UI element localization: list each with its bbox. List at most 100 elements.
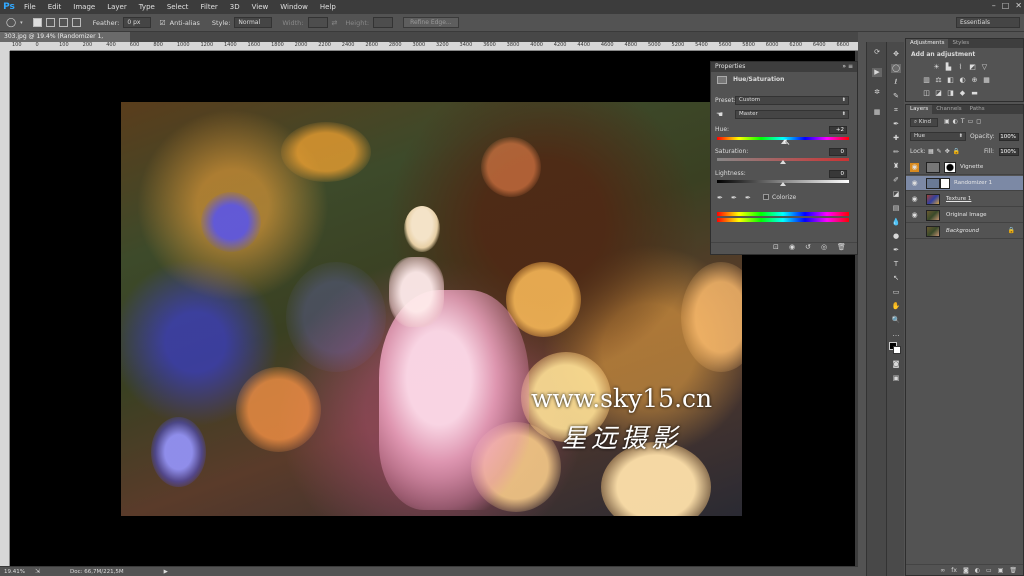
layer-filter-icons[interactable]: ▣◐T▭◻ — [944, 118, 984, 125]
screen-mode-icon[interactable]: ▣ — [891, 374, 901, 383]
hand-tool-icon[interactable]: ✋ — [891, 302, 901, 311]
vertical-ruler[interactable] — [0, 51, 10, 566]
lasso-tool-icon[interactable]: ℓ — [891, 78, 901, 87]
quick-mask-icon[interactable]: ◙ — [891, 360, 901, 369]
new-group-icon[interactable]: ▭ — [986, 567, 992, 574]
visibility-eye-icon[interactable]: ◉ — [910, 179, 919, 188]
saturation-value[interactable]: 0 — [829, 148, 847, 156]
brightness-icon[interactable]: ☀ — [932, 63, 941, 71]
threshold-icon[interactable]: ◨ — [946, 89, 955, 97]
menu-help[interactable]: Help — [314, 0, 342, 14]
maximize-button[interactable]: □ — [1002, 1, 1010, 10]
exposure-icon[interactable]: ◩ — [968, 63, 977, 71]
minimize-button[interactable]: – — [992, 1, 996, 10]
clip-to-layer-icon[interactable]: ⊡ — [773, 243, 779, 251]
channel-mixer-icon[interactable]: ⊕ — [970, 76, 979, 84]
layer-name[interactable]: Vignette — [960, 160, 983, 175]
selective-color-icon[interactable]: ◆ — [958, 89, 967, 97]
menu-layer[interactable]: Layer — [101, 0, 133, 14]
height-input[interactable] — [373, 17, 394, 28]
dodge-tool-icon[interactable]: ● — [891, 232, 901, 241]
fill-value[interactable]: 100% — [999, 148, 1019, 156]
elliptical-marquee-icon[interactable]: ◯ — [6, 18, 16, 28]
refine-edge-button[interactable]: Refine Edge... — [403, 17, 459, 28]
bw-icon[interactable]: ◧ — [946, 76, 955, 84]
menu-window[interactable]: Window — [274, 0, 314, 14]
zoom-level[interactable]: 19.41% — [4, 569, 25, 575]
menu-filter[interactable]: Filter — [194, 0, 223, 14]
levels-icon[interactable]: ▙ — [944, 63, 953, 71]
hue-value[interactable]: +2 — [829, 126, 847, 134]
eyedropper-tool-icon[interactable]: ✒ — [891, 120, 901, 129]
menu-type[interactable]: Type — [133, 0, 161, 14]
photo-filter-icon[interactable]: ◐ — [958, 76, 967, 84]
visibility-eye-icon[interactable] — [910, 227, 919, 236]
invert-icon[interactable]: ◫ — [922, 89, 931, 97]
document-photo[interactable]: www.sky15.cn 星远摄影 — [121, 102, 742, 516]
tab-adjustments[interactable]: Adjustments — [906, 39, 949, 48]
eyedropper-icon[interactable]: ✒ — [717, 194, 723, 202]
extra-tool-icon[interactable]: … — [891, 330, 901, 339]
history-brush-icon[interactable]: ✐ — [891, 176, 901, 185]
trash-icon[interactable]: 🗑 — [837, 243, 846, 251]
layer-row-original-image[interactable]: ◉ Original Image — [906, 208, 1023, 223]
subtract-selection-icon[interactable] — [58, 18, 68, 27]
layer-row-randomizer[interactable]: ◉ Randomizer 1 — [906, 176, 1023, 191]
lightness-value[interactable]: 0 — [829, 170, 847, 178]
layer-filter-select[interactable]: ⌕ Kind — [910, 118, 938, 127]
marquee-tool-icon[interactable]: ◯ — [891, 64, 901, 73]
lightness-slider-thumb[interactable] — [780, 182, 786, 186]
healing-tool-icon[interactable]: ✚ — [891, 134, 901, 143]
tab-styles[interactable]: Styles — [948, 39, 973, 48]
menu-view[interactable]: View — [246, 0, 275, 14]
antialias-checkbox[interactable]: ☑ — [159, 19, 165, 27]
panel-collapse-icon[interactable]: » ≡ — [842, 62, 853, 72]
shape-tool-icon[interactable]: ▭ — [891, 288, 901, 297]
move-tool-icon[interactable]: ✥ — [891, 50, 901, 59]
menu-image[interactable]: Image — [67, 0, 101, 14]
swatches-icon[interactable]: ▦ — [872, 108, 882, 117]
eyedropper-plus-icon[interactable]: ✒ — [731, 194, 737, 202]
width-input[interactable] — [307, 17, 328, 28]
tab-paths[interactable]: Paths — [966, 105, 989, 114]
view-previous-icon[interactable]: ◉ — [789, 243, 795, 251]
new-layer-icon[interactable]: ▣ — [998, 567, 1004, 574]
layer-name[interactable]: Randomizer 1 — [954, 176, 992, 191]
status-arrow-icon[interactable]: ▶ — [164, 569, 168, 575]
style-select[interactable]: Normal — [234, 17, 273, 28]
curves-icon[interactable]: ⌇ — [956, 63, 965, 71]
menu-3d[interactable]: 3D — [224, 0, 246, 14]
new-selection-icon[interactable] — [32, 18, 42, 27]
path-select-tool-icon[interactable]: ↖ — [891, 274, 901, 283]
menu-edit[interactable]: Edit — [42, 0, 68, 14]
export-icon[interactable]: ⇲ — [35, 568, 40, 575]
channel-select[interactable]: Master ⬍ — [735, 110, 849, 119]
posterize-icon[interactable]: ◪ — [934, 89, 943, 97]
blend-mode-select[interactable]: Hue ⬍ — [910, 132, 966, 141]
visibility-eye-icon[interactable]: ◉ — [910, 163, 919, 172]
menu-file[interactable]: File — [18, 0, 42, 14]
color-lookup-icon[interactable]: ▦ — [982, 76, 991, 84]
delete-layer-icon[interactable]: 🗑 — [1009, 567, 1017, 574]
brush-presets-icon[interactable]: ✲ — [872, 88, 882, 97]
layer-row-background[interactable]: Background 🔒 — [906, 224, 1023, 239]
brush-tool-icon[interactable]: ✏ — [891, 148, 901, 157]
dropdown-arrow-icon[interactable]: ▾ — [20, 20, 23, 26]
gradient-tool-icon[interactable]: ▤ — [891, 204, 901, 213]
document-tab[interactable]: 303.jpg @ 19.4% (Randomizer 1, RGB/8#) * — [0, 32, 130, 50]
background-color-swatch[interactable] — [893, 346, 901, 354]
hue-sat-adjust-icon[interactable]: ▥ — [922, 76, 931, 84]
layer-name[interactable]: Original Image — [946, 208, 987, 223]
quick-select-tool-icon[interactable]: ✎ — [891, 92, 901, 101]
pen-tool-icon[interactable]: ✒ — [891, 246, 901, 255]
eyedropper-minus-icon[interactable]: ✒ — [745, 194, 751, 202]
vibrance-icon[interactable]: ▽ — [980, 63, 989, 71]
tab-layers[interactable]: Layers — [906, 105, 933, 114]
workspace-select[interactable]: Essentials — [956, 17, 1020, 28]
horizontal-ruler[interactable]: 100 0 100 200 400 600 800 1000 1200 1400 1600 1800 2… — [10, 42, 858, 51]
actions-icon[interactable]: ▶ — [872, 68, 882, 77]
swap-icon[interactable]: ⇄ — [332, 19, 338, 27]
feather-input[interactable]: 0 px — [123, 17, 152, 28]
color-balance-icon[interactable]: ⚖ — [934, 76, 943, 84]
tab-channels[interactable]: Channels — [932, 105, 965, 114]
